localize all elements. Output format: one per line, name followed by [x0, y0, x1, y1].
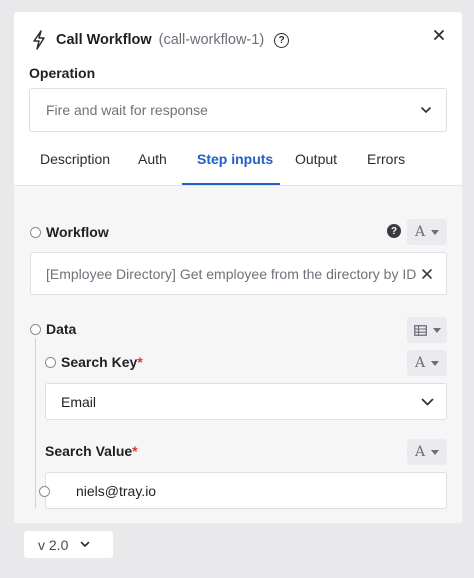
required-marker: *: [132, 443, 138, 459]
title-row: Call Workflow (call-workflow-1) ?: [32, 28, 290, 52]
workflow-radio[interactable]: [30, 227, 41, 238]
workflow-label: Workflow: [46, 224, 109, 240]
table-icon: [413, 324, 427, 336]
chevron-down-icon: [421, 107, 431, 113]
operation-select[interactable]: Fire and wait for response: [29, 88, 447, 132]
search-value-type-button[interactable]: A: [407, 439, 447, 465]
search-value-radio[interactable]: [39, 486, 50, 497]
step-inputs-content: Workflow ? A [Employee Directory] Get em…: [14, 186, 462, 523]
operation-selected-value: Fire and wait for response: [46, 102, 208, 118]
workflow-step-panel: Call Workflow (call-workflow-1) ? Operat…: [14, 12, 462, 523]
close-icon[interactable]: [432, 28, 446, 42]
workflow-value: [Employee Directory] Get employee from t…: [46, 265, 417, 282]
caret-down-icon: [431, 360, 440, 366]
clear-icon[interactable]: [421, 268, 433, 280]
step-title: Call Workflow: [56, 32, 152, 48]
panel-header: Call Workflow (call-workflow-1) ? Operat…: [14, 12, 462, 197]
version-label: v 2.0: [38, 536, 69, 553]
help-circle-icon[interactable]: ?: [274, 32, 290, 48]
search-key-type-button[interactable]: A: [407, 350, 447, 376]
caret-down-icon: [431, 229, 440, 235]
tab-output[interactable]: Output: [295, 151, 337, 186]
text-type-icon: A: [414, 355, 426, 371]
caret-down-icon: [431, 449, 440, 455]
text-type-icon: A: [414, 444, 426, 460]
search-value-text: niels@tray.io: [76, 482, 157, 499]
workflow-select[interactable]: [Employee Directory] Get employee from t…: [30, 252, 447, 295]
tab-description[interactable]: Description: [40, 151, 110, 186]
step-identifier: (call-workflow-1): [158, 32, 265, 48]
search-key-label: Search Key*: [61, 354, 143, 370]
search-key-label-text: Search Key: [61, 354, 138, 370]
data-label: Data: [46, 321, 77, 337]
search-value-input[interactable]: niels@tray.io: [45, 472, 447, 509]
tab-errors[interactable]: Errors: [367, 151, 405, 186]
help-circle-icon[interactable]: ?: [387, 224, 401, 238]
search-key-radio[interactable]: [45, 357, 56, 368]
search-value-label-text: Search Value: [45, 443, 133, 459]
version-select[interactable]: v 2.0: [24, 531, 113, 558]
chevron-down-icon: [81, 541, 90, 547]
tab-bar: Description Auth Step inputs Output Erro…: [14, 151, 462, 186]
data-radio[interactable]: [30, 324, 41, 335]
tab-step-inputs[interactable]: Step inputs: [197, 151, 273, 186]
workflow-type-button[interactable]: A: [407, 219, 447, 245]
caret-down-icon: [432, 327, 441, 333]
search-value-label: Search Value*: [45, 443, 138, 459]
chevron-down-icon: [421, 398, 434, 406]
operation-label: Operation: [29, 65, 96, 81]
tab-auth[interactable]: Auth: [138, 151, 167, 186]
search-key-value: Email: [61, 393, 97, 410]
search-key-select[interactable]: Email: [45, 383, 447, 420]
text-type-icon: A: [414, 224, 426, 240]
required-marker: *: [137, 354, 143, 370]
data-type-button[interactable]: [407, 317, 447, 343]
data-tree-line: [35, 338, 36, 508]
lightning-bolt-icon: [33, 30, 45, 50]
